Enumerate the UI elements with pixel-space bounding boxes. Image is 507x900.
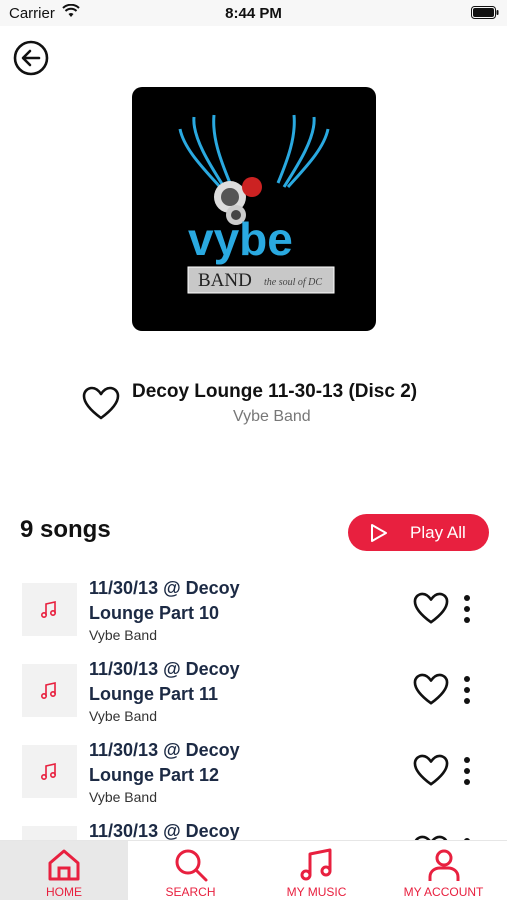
arrow-left-circle-icon xyxy=(13,40,49,76)
music-note-icon xyxy=(300,848,332,881)
album-favorite-button[interactable] xyxy=(82,386,120,422)
play-all-button[interactable]: Play All xyxy=(348,514,489,551)
vybe-band-logo: vybe BAND the soul of DC xyxy=(178,114,335,294)
heart-icon xyxy=(82,386,120,420)
logo-text: vybe xyxy=(188,213,293,265)
song-thumbnail xyxy=(22,826,77,840)
logo-badge: BAND xyxy=(198,270,252,291)
play-icon xyxy=(371,524,387,542)
status-bar: Carrier 8:44 PM xyxy=(0,0,507,26)
play-all-label: Play All xyxy=(410,523,466,542)
heart-icon xyxy=(413,754,449,786)
song-row[interactable]: 11/30/13 @ Decoy Lounge Part 11 Vybe Ban… xyxy=(0,657,507,738)
more-vertical-icon xyxy=(464,595,470,623)
song-title: 11/30/13 @ Decoy xyxy=(89,821,240,840)
logo-tagline: the soul of DC xyxy=(264,277,322,288)
tab-search[interactable]: SEARCH xyxy=(128,841,253,900)
tab-bar: HOME SEARCH MY MUSIC MY ACCOUNT xyxy=(0,840,507,900)
tab-my-music-label: MY MUSIC xyxy=(286,885,347,899)
song-favorite-button[interactable] xyxy=(413,754,449,788)
more-vertical-icon xyxy=(464,757,470,785)
song-artist: Vybe Band xyxy=(89,789,157,805)
heart-icon xyxy=(413,673,449,705)
song-more-button[interactable] xyxy=(459,673,475,707)
album-cover: vybe BAND the soul of DC xyxy=(132,87,376,331)
tab-home-label: HOME xyxy=(46,885,82,899)
song-row[interactable]: 11/30/13 @ Decoy Lounge Part 12 Vybe Ban… xyxy=(0,738,507,819)
album-title: Decoy Lounge 11-30-13 (Disc 2) xyxy=(132,381,418,402)
song-thumbnail xyxy=(22,583,77,636)
home-icon xyxy=(48,849,80,881)
album-artist[interactable]: Vybe Band xyxy=(233,408,311,426)
song-more-button[interactable] xyxy=(459,754,475,788)
song-thumbnail xyxy=(22,745,77,798)
account-icon xyxy=(428,849,460,881)
song-row[interactable]: 11/30/13 @ Decoy Lounge Part 10 Vybe Ban… xyxy=(0,576,507,657)
back-button[interactable] xyxy=(13,40,49,76)
heart-icon xyxy=(413,592,449,624)
tab-my-account-label: MY ACCOUNT xyxy=(403,885,484,899)
status-time: 8:44 PM xyxy=(225,5,282,22)
music-note-icon xyxy=(40,601,57,619)
song-artist: Vybe Band xyxy=(89,627,157,643)
more-vertical-icon xyxy=(464,676,470,704)
tab-my-music[interactable]: MY MUSIC xyxy=(253,841,380,900)
song-count: 9 songs xyxy=(20,516,111,543)
tab-home[interactable]: HOME xyxy=(0,841,128,900)
search-icon xyxy=(175,849,208,882)
song-row[interactable]: 11/30/13 @ Decoy xyxy=(0,819,507,840)
song-title: 11/30/13 @ Decoy Lounge Part 10 xyxy=(89,578,240,623)
song-favorite-button[interactable] xyxy=(413,673,449,707)
music-note-icon xyxy=(40,682,57,700)
song-title: 11/30/13 @ Decoy Lounge Part 11 xyxy=(89,659,240,704)
battery-icon xyxy=(471,6,499,24)
song-artist: Vybe Band xyxy=(89,708,157,724)
song-more-button[interactable] xyxy=(459,592,475,626)
song-thumbnail xyxy=(22,664,77,717)
song-title: 11/30/13 @ Decoy Lounge Part 12 xyxy=(89,740,240,785)
tab-my-account[interactable]: MY ACCOUNT xyxy=(380,841,507,900)
song-favorite-button[interactable] xyxy=(413,592,449,626)
music-note-icon xyxy=(40,763,57,781)
song-list[interactable]: 11/30/13 @ Decoy Lounge Part 10 Vybe Ban… xyxy=(0,576,507,840)
tab-search-label: SEARCH xyxy=(165,885,216,899)
